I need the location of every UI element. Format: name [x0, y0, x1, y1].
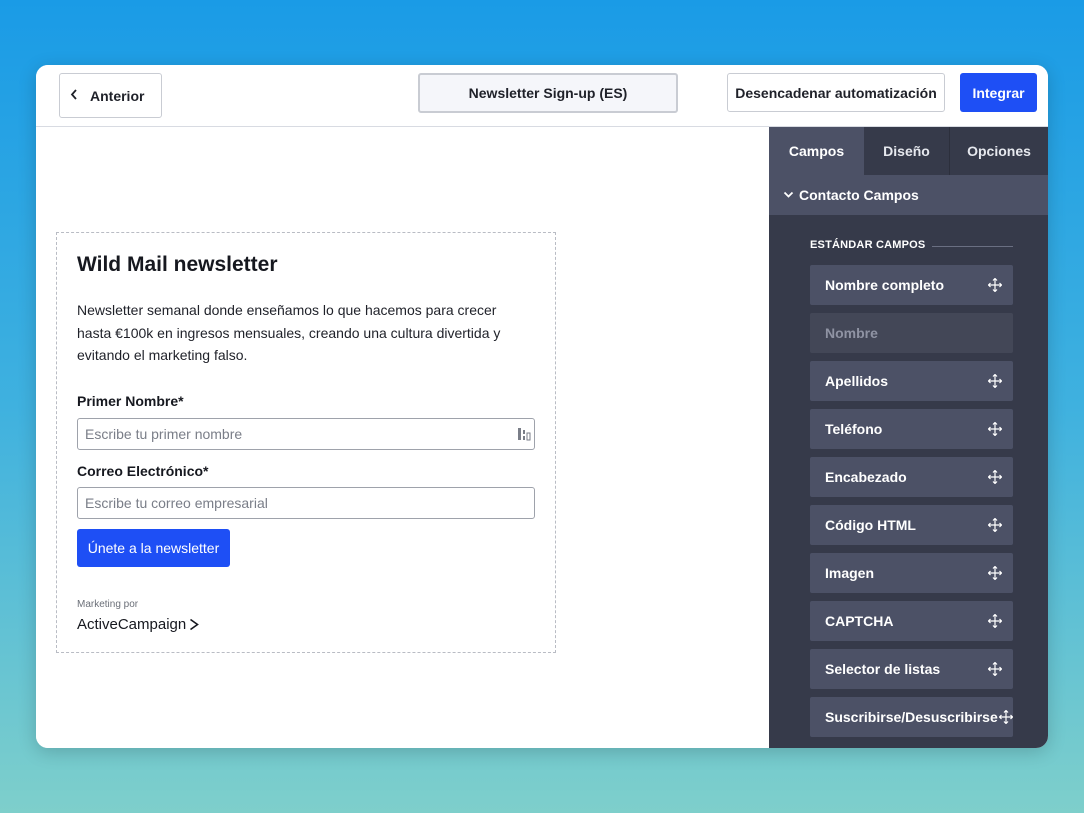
- field-item-first-name: Nombre: [810, 313, 1013, 353]
- tab-fields[interactable]: Campos: [769, 127, 864, 175]
- move-icon: [988, 422, 1002, 436]
- move-icon: [999, 710, 1013, 724]
- field-item-phone[interactable]: Teléfono: [810, 409, 1013, 449]
- field-item-full-name[interactable]: Nombre completo: [810, 265, 1013, 305]
- move-icon: [988, 374, 1002, 388]
- heading-divider: [932, 246, 1013, 247]
- subscribe-button[interactable]: Únete a la newsletter: [77, 529, 230, 567]
- back-button-label: Anterior: [90, 87, 145, 104]
- integrate-button[interactable]: Integrar: [960, 73, 1037, 112]
- field-item-last-name[interactable]: Apellidos: [810, 361, 1013, 401]
- sidebar-tabs: Campos Diseño Opciones: [769, 127, 1048, 175]
- sidebar-panel: Campos Diseño Opciones Contacto Campos E…: [769, 127, 1048, 748]
- field-item-label: Encabezado: [825, 469, 907, 485]
- chevron-down-icon: [783, 191, 794, 198]
- field-item-label: CAPTCHA: [825, 613, 894, 629]
- editor-window: Anterior Newsletter Sign-up (ES) Desenca…: [36, 65, 1048, 748]
- form-description[interactable]: Newsletter semanal donde enseñamos lo qu…: [77, 299, 527, 367]
- field-item-label: Teléfono: [825, 421, 883, 437]
- field-item-label: Código HTML: [825, 517, 916, 533]
- field-item-subscribe-unsubscribe[interactable]: Suscribirse/Desuscribirse: [810, 697, 1013, 737]
- field-item-header[interactable]: Encabezado: [810, 457, 1013, 497]
- tab-options[interactable]: Opciones: [950, 127, 1048, 175]
- form-canvas: Wild Mail newsletter Newsletter semanal …: [36, 127, 769, 748]
- field-item-html-code[interactable]: Código HTML: [810, 505, 1013, 545]
- standard-fields-heading: ESTÁNDAR CAMPOS: [810, 239, 926, 251]
- form-preview[interactable]: Wild Mail newsletter Newsletter semanal …: [56, 232, 556, 653]
- form-name-field[interactable]: Newsletter Sign-up (ES): [418, 73, 678, 113]
- extension-icon[interactable]: [517, 427, 531, 441]
- move-icon: [988, 278, 1002, 292]
- tab-design[interactable]: Diseño: [864, 127, 950, 175]
- email-label: Correo Electrónico*: [77, 463, 209, 479]
- contact-fields-section-toggle[interactable]: Contacto Campos: [769, 175, 1048, 215]
- move-icon: [988, 662, 1002, 676]
- field-item-label: Suscribirse/Desuscribirse: [825, 709, 998, 725]
- move-icon: [988, 518, 1002, 532]
- chevron-left-icon: [70, 88, 78, 103]
- trigger-automation-button[interactable]: Desencadenar automatización: [727, 73, 945, 112]
- email-input[interactable]: [77, 487, 535, 519]
- top-toolbar: Anterior Newsletter Sign-up (ES) Desenca…: [36, 65, 1048, 127]
- first-name-input[interactable]: [77, 418, 535, 450]
- brand-name: ActiveCampaign: [77, 616, 187, 633]
- field-item-label: Nombre: [825, 325, 878, 341]
- section-title: Contacto Campos: [799, 187, 919, 203]
- move-icon: [988, 614, 1002, 628]
- first-name-label: Primer Nombre*: [77, 393, 184, 409]
- field-item-label: Apellidos: [825, 373, 889, 389]
- field-item-label: Nombre completo: [825, 277, 945, 293]
- move-icon: [988, 470, 1002, 484]
- field-item-list-selector[interactable]: Selector de listas: [810, 649, 1013, 689]
- marketing-by-label: Marketing por: [77, 599, 139, 610]
- field-item-label: Selector de listas: [825, 661, 941, 677]
- back-button[interactable]: Anterior: [59, 73, 162, 118]
- field-item-captcha[interactable]: CAPTCHA: [810, 601, 1013, 641]
- field-item-image[interactable]: Imagen: [810, 553, 1013, 593]
- arrow-right-icon: [190, 618, 200, 631]
- activecampaign-logo[interactable]: ActiveCampaign: [77, 616, 200, 633]
- form-title[interactable]: Wild Mail newsletter: [77, 253, 278, 277]
- field-item-label: Imagen: [825, 565, 875, 581]
- move-icon: [988, 566, 1002, 580]
